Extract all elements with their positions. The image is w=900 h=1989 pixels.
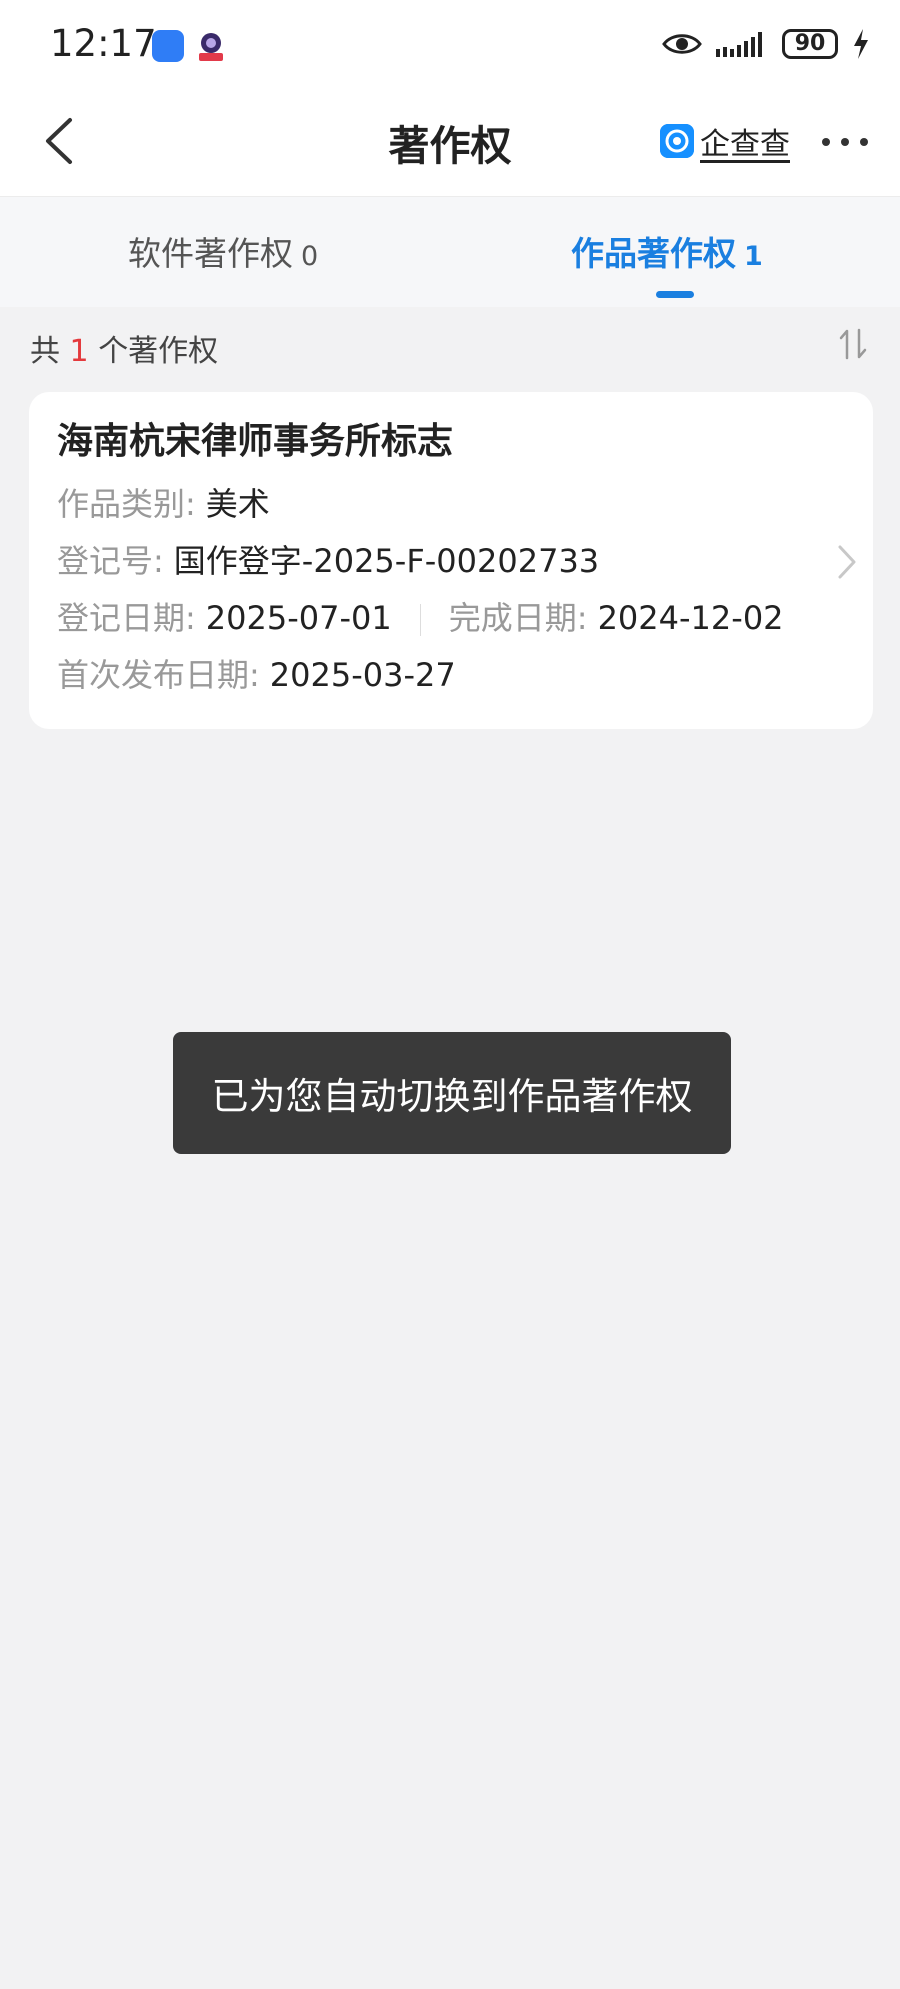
dates-row: 登记日期: 2025-07-01 完成日期: 2024-12-02: [57, 593, 784, 639]
brand-name: 企查查: [700, 127, 790, 162]
completion-date-value: 2024-12-02: [597, 599, 784, 637]
summary-suffix: 个著作权: [98, 334, 219, 369]
more-menu-button[interactable]: [822, 126, 868, 158]
copyright-tabs: 软件著作权 0 作品著作权 1: [0, 196, 900, 307]
more-dot-icon: [841, 138, 849, 146]
tab-count: 0: [301, 241, 319, 272]
record-title: 海南杭宋律师事务所标志: [57, 421, 454, 462]
divider: [419, 604, 421, 636]
brand-logo[interactable]: 企查查: [660, 121, 790, 162]
registration-number-value: 国作登字-2025-F-00202733: [173, 542, 600, 580]
chevron-right-icon: [838, 545, 856, 579]
eye-icon: [662, 34, 702, 54]
tab-label: 软件著作权: [128, 234, 293, 273]
copyright-record-card[interactable]: 海南杭宋律师事务所标志 作品类别: 美术 登记号: 国作登字-2025-F-0020…: [29, 392, 873, 729]
more-dot-icon: [822, 138, 830, 146]
brand-mark-icon: [660, 124, 694, 158]
registration-date-label: 登记日期:: [57, 599, 196, 637]
registration-number-label: 登记号:: [57, 542, 164, 580]
completion-date-label: 完成日期:: [448, 599, 588, 637]
registration-date-value: 2025-07-01: [205, 599, 392, 637]
more-dot-icon: [860, 138, 868, 146]
summary-count: 1: [69, 334, 89, 369]
active-tab-indicator: [656, 291, 694, 298]
tab-count: 1: [744, 241, 763, 272]
publish-date-label: 首次发布日期:: [57, 656, 260, 694]
category-value: 美术: [205, 485, 270, 523]
battery-indicator: 90: [782, 29, 838, 59]
toast-message: 已为您自动切换到作品著作权: [173, 1032, 731, 1154]
tab-software-copyright[interactable]: 软件著作权 0: [128, 227, 318, 275]
signal-icon: [716, 32, 762, 57]
summary-prefix: 共: [30, 334, 60, 369]
tab-works-copyright[interactable]: 作品著作权 1: [571, 227, 763, 275]
publish-date-value: 2025-03-27: [269, 656, 456, 694]
category-row: 作品类别: 美术: [57, 479, 270, 525]
status-time: 12:17: [50, 22, 157, 65]
game-app-notification-icon: [199, 33, 223, 61]
charging-icon: [854, 29, 868, 59]
sort-icon[interactable]: [838, 328, 868, 360]
category-label: 作品类别:: [57, 485, 196, 523]
app-header: 12:17 90 著作权 企查查: [0, 0, 900, 196]
publish-date-row: 首次发布日期: 2025-03-27: [57, 650, 456, 696]
status-indicators: 90: [662, 24, 870, 64]
registration-number-row: 登记号: 国作登字-2025-F-00202733: [57, 536, 599, 582]
car-app-notification-icon: [152, 30, 184, 62]
tab-label: 作品著作权: [571, 234, 736, 273]
result-summary: 共 1 个著作权: [30, 326, 218, 370]
